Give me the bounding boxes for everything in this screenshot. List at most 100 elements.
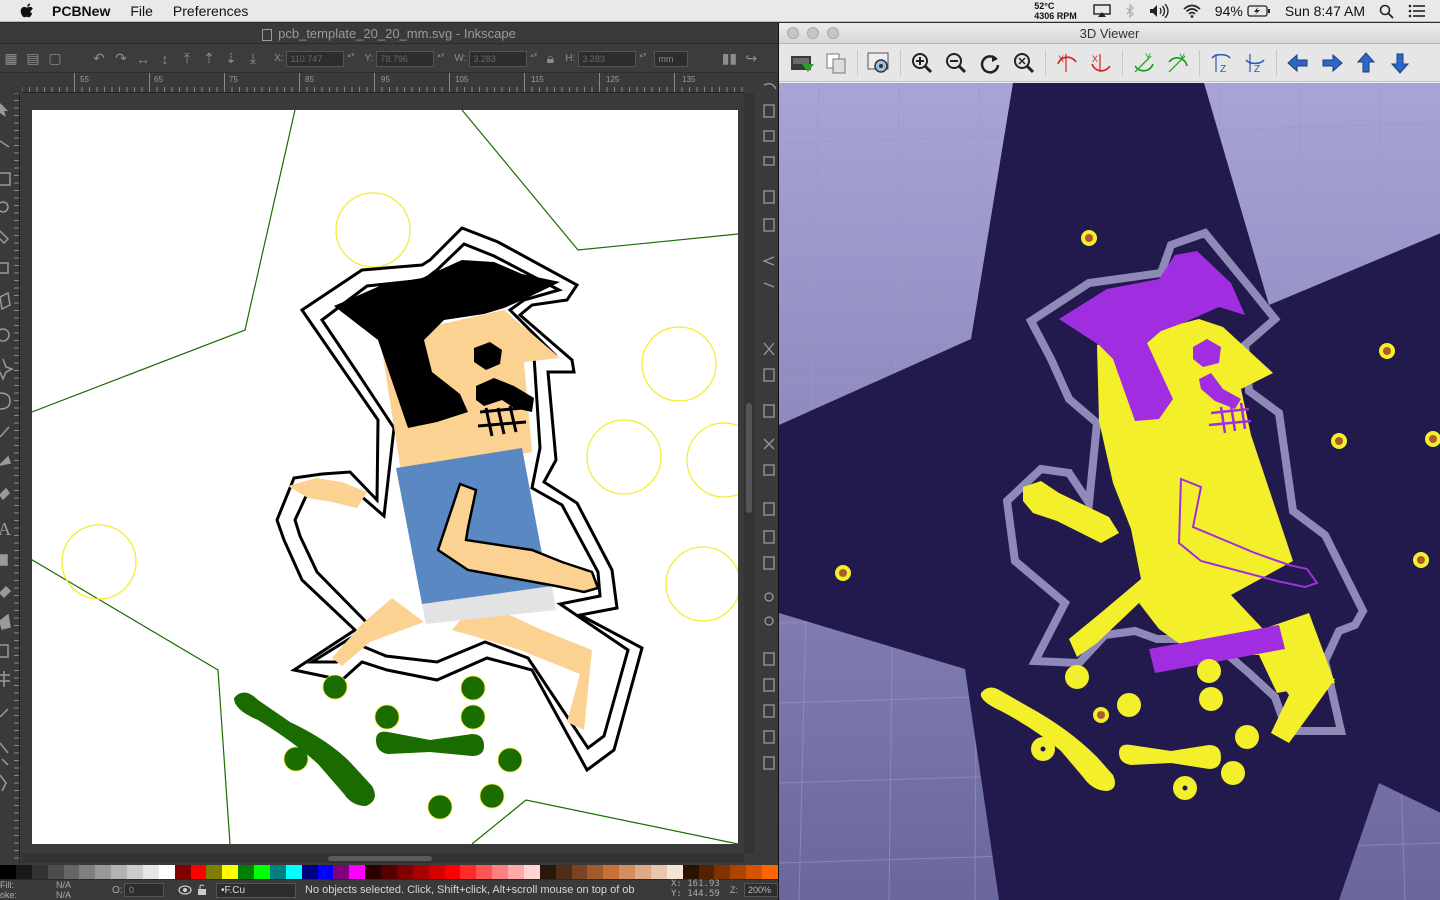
selector-tool-icon[interactable] — [0, 103, 8, 117]
rotate-ccw-icon[interactable]: ↶ — [88, 49, 110, 69]
palette-swatch[interactable] — [79, 865, 96, 879]
layer-lock-icon[interactable] — [198, 884, 206, 895]
clone-icon[interactable] — [763, 530, 775, 544]
palette-swatch[interactable] — [492, 865, 508, 879]
palette-swatch[interactable] — [15, 865, 32, 879]
rotate-z-ccw-icon[interactable]: Z — [1238, 48, 1272, 78]
spotlight-search-icon[interactable] — [1379, 4, 1394, 19]
undo-icon[interactable] — [762, 256, 775, 266]
palette-swatch[interactable] — [365, 865, 381, 879]
palette-swatch[interactable] — [95, 865, 112, 879]
bluetooth-icon[interactable] — [1125, 4, 1135, 18]
lock-icon[interactable]: 🔒︎ — [539, 49, 561, 69]
paste-icon[interactable] — [763, 404, 775, 418]
palette-swatch[interactable] — [635, 865, 651, 879]
palette-swatch[interactable] — [555, 865, 572, 879]
pen-tool-icon[interactable] — [0, 455, 11, 466]
raise-icon[interactable]: ⇡ — [198, 49, 220, 69]
menu-preferences[interactable]: Preferences — [173, 3, 248, 19]
connector-tool-icon[interactable] — [0, 742, 9, 766]
palette-swatch[interactable] — [619, 865, 635, 879]
app-menu[interactable]: PCBNew — [52, 3, 110, 19]
zoom-drawing-icon[interactable] — [763, 464, 775, 476]
pan-up-icon[interactable] — [1349, 48, 1383, 78]
copper-trace-left[interactable] — [234, 692, 375, 806]
ungroup-icon[interactable] — [764, 616, 774, 626]
select-all-icon[interactable]: ▦ — [0, 49, 22, 69]
cut-icon[interactable] — [763, 342, 775, 356]
print-icon[interactable] — [763, 156, 775, 166]
palette-swatch[interactable] — [142, 865, 159, 879]
snap-icon[interactable] — [763, 83, 777, 90]
palette-swatch[interactable] — [349, 865, 366, 879]
via[interactable] — [835, 565, 851, 581]
character-back-hand[interactable] — [288, 478, 367, 508]
palette-swatch[interactable] — [254, 865, 270, 879]
palette-swatch[interactable] — [460, 865, 477, 879]
palette-swatch[interactable] — [508, 865, 524, 879]
3dbox-tool-icon[interactable] — [0, 291, 11, 311]
via[interactable] — [1379, 343, 1395, 359]
opacity-field[interactable]: 0 — [124, 883, 164, 897]
inkscape-canvas[interactable] — [22, 93, 744, 853]
calligraphy-tool-icon[interactable] — [0, 487, 10, 501]
copper-pad[interactable] — [1065, 665, 1089, 689]
gradient-tool-icon[interactable] — [0, 644, 9, 658]
mount-hole-circle[interactable] — [641, 326, 717, 402]
tweak-tool-icon[interactable] — [0, 172, 11, 186]
notification-center-icon[interactable] — [1408, 4, 1426, 18]
mesh-tool-icon[interactable] — [0, 671, 10, 687]
duplicate-icon[interactable] — [763, 502, 775, 516]
palette-swatch[interactable] — [571, 865, 588, 879]
pencil-tool-icon[interactable] — [0, 426, 10, 438]
settings-icon[interactable] — [862, 48, 896, 78]
menu-file[interactable]: File — [130, 3, 153, 19]
palette-swatch[interactable] — [190, 865, 207, 879]
width-field[interactable]: 3.283 — [469, 50, 538, 67]
copper-pad[interactable] — [374, 704, 400, 730]
group-icon[interactable] — [764, 592, 774, 602]
palette-swatch[interactable] — [269, 865, 286, 879]
lower-to-bottom-icon[interactable]: ⤓ — [242, 49, 264, 69]
palette-swatch[interactable] — [412, 865, 429, 879]
copper-pad[interactable] — [322, 674, 348, 700]
flip-vertical-icon[interactable]: ↕ — [154, 49, 176, 69]
spiral-tool-icon[interactable] — [0, 392, 11, 410]
palette-swatch[interactable] — [587, 865, 604, 879]
mount-hole-circle[interactable] — [61, 524, 137, 600]
snap-toggle-icon[interactable]: ↪ — [740, 49, 762, 69]
copper-pad[interactable] — [427, 794, 453, 820]
board-render[interactable] — [779, 83, 1440, 900]
copy-icon[interactable] — [763, 368, 775, 382]
battery-charging-icon[interactable] — [1247, 5, 1271, 17]
rotate-y-cw-icon[interactable]: Y — [1127, 48, 1161, 78]
spray-bottle-icon[interactable] — [0, 774, 7, 792]
pan-left-icon[interactable] — [1281, 48, 1315, 78]
apple-logo-icon[interactable] — [20, 2, 34, 19]
copy-icon[interactable] — [819, 48, 853, 78]
cpu-monitor[interactable]: 52°C 4306 RPM — [1034, 1, 1077, 21]
palette-swatch[interactable] — [174, 865, 191, 879]
via[interactable] — [1413, 552, 1429, 568]
pcb-artwork-svg[interactable] — [22, 109, 744, 845]
fill-stroke-icon[interactable] — [763, 652, 775, 666]
vertical-scrollbar[interactable] — [744, 93, 754, 853]
minimize-button[interactable] — [807, 27, 819, 39]
rect-tool-icon[interactable] — [0, 262, 9, 274]
mount-hole-circle[interactable] — [586, 419, 662, 495]
measure-tool-icon[interactable] — [0, 229, 10, 245]
eraser-tool-icon[interactable] — [0, 585, 12, 599]
character-back-leg[interactable] — [332, 598, 424, 666]
mount-hole-circle[interactable] — [686, 422, 744, 498]
palette-swatch[interactable] — [63, 865, 80, 879]
fill-stroke-values[interactable]: N/A N/A — [56, 880, 71, 900]
palette-swatch[interactable] — [476, 865, 493, 879]
palette-swatch[interactable] — [127, 865, 143, 879]
wifi-icon[interactable] — [1183, 4, 1201, 18]
new-document-icon[interactable] — [763, 104, 775, 118]
ellipse-tool-icon[interactable] — [0, 328, 10, 342]
rotate-cw-icon[interactable]: ↷ — [110, 49, 132, 69]
vertical-scroll-thumb[interactable] — [746, 403, 752, 513]
rotate-z-cw-icon[interactable]: Z — [1204, 48, 1238, 78]
panel-toggle-icon[interactable]: ▮▮ — [718, 49, 740, 69]
